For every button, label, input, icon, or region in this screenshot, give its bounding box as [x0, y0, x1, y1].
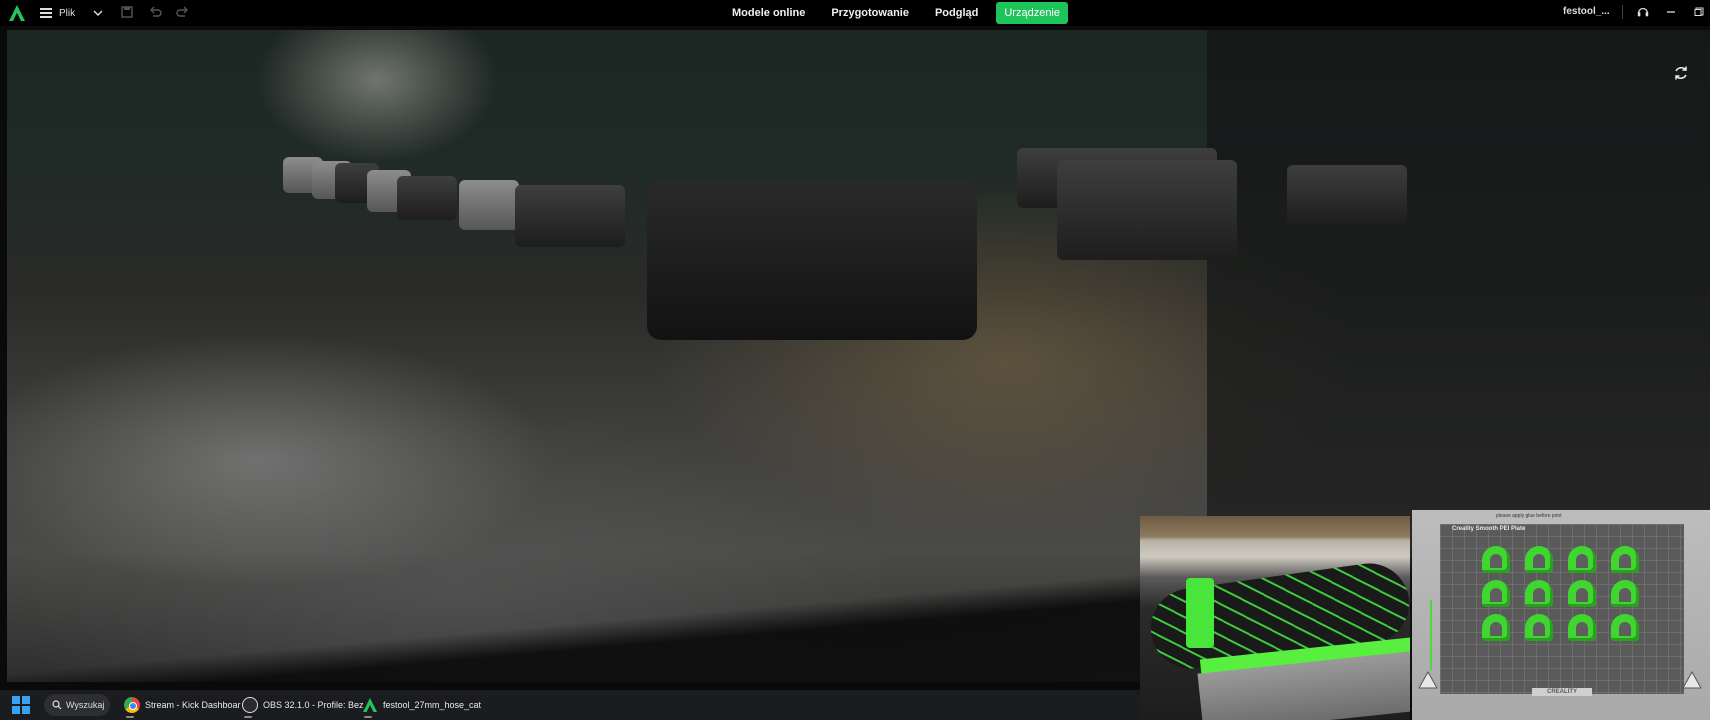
- running-indicator: [364, 716, 372, 718]
- y-axis-indicator: [1430, 600, 1432, 670]
- hose-clip-model: [1562, 612, 1602, 643]
- printed-part: [647, 180, 977, 340]
- main-nav-tabs: Modele online Przygotowanie Podgląd Urzą…: [724, 2, 1078, 24]
- hose-clip-model: [1519, 544, 1559, 575]
- running-indicator: [244, 716, 252, 718]
- windows-taskbar: Wyszukaj Stream - Kick Dashboar OBS 32.1…: [0, 690, 1140, 720]
- search-icon: [52, 700, 62, 710]
- warning-triangle-icon: [1682, 670, 1702, 689]
- warning-triangle-icon: [1418, 670, 1438, 689]
- save-icon[interactable]: [120, 5, 134, 19]
- chevron-down-icon[interactable]: [93, 8, 103, 18]
- file-menu-label[interactable]: Plik: [59, 8, 75, 19]
- printed-part: [515, 185, 625, 247]
- minimize-icon[interactable]: [1663, 4, 1679, 20]
- printed-part: [459, 180, 519, 230]
- taskbar-app-obs[interactable]: OBS 32.1.0 - Profile: Bez: [242, 695, 364, 718]
- maximize-icon[interactable]: [1691, 4, 1707, 20]
- hamburger-icon[interactable]: [40, 8, 52, 18]
- plate-hint: please apply glue before print: [1496, 513, 1562, 519]
- hose-clip-model: [1476, 612, 1516, 643]
- creality-print-icon: [363, 698, 377, 712]
- taskbar-app-label: Stream - Kick Dashboar: [145, 700, 241, 710]
- divider: [1622, 5, 1623, 19]
- running-indicator: [126, 716, 134, 718]
- hose-clip-model: [1605, 578, 1645, 609]
- undo-icon[interactable]: [148, 5, 162, 19]
- obs-icon: [242, 697, 258, 713]
- printed-part: [1057, 160, 1237, 260]
- printed-clip-image: [1186, 578, 1214, 648]
- hose-clip-model: [1605, 544, 1645, 575]
- tab-prepare[interactable]: Przygotowanie: [823, 2, 917, 24]
- printed-part: [1287, 165, 1407, 225]
- printed-part: [397, 176, 457, 220]
- hose-clip-model: [1476, 544, 1516, 575]
- taskbar-app-creality[interactable]: festool_27mm_hose_cat: [362, 695, 482, 718]
- hose-clip-model: [1562, 578, 1602, 609]
- title-bar: Plik Modele online Przygotowanie Podgląd…: [0, 0, 1710, 26]
- taskbar-app-chrome[interactable]: Stream - Kick Dashboar: [124, 695, 241, 718]
- refresh-icon[interactable]: [1673, 65, 1689, 81]
- slicer-preview-overlay: please apply glue before print Creality …: [1412, 510, 1710, 720]
- creality-logo-icon[interactable]: [8, 4, 26, 22]
- project-name: festool_...: [1563, 6, 1610, 17]
- hose-clip-model: [1562, 544, 1602, 575]
- hose-clip-model: [1519, 578, 1559, 609]
- file-menu[interactable]: Plik: [40, 0, 103, 26]
- secondary-camera-overlay: [1140, 516, 1410, 720]
- hose-clip-model: [1476, 578, 1516, 609]
- tab-device[interactable]: Urządzenie: [996, 2, 1068, 24]
- plate-label: Creality Smooth PEI Plate: [1452, 526, 1526, 532]
- search-label: Wyszukaj: [66, 700, 105, 710]
- taskbar-search[interactable]: Wyszukaj: [44, 694, 110, 716]
- chrome-icon: [124, 697, 140, 713]
- hose-clip-model: [1519, 612, 1559, 643]
- windows-start-icon[interactable]: [12, 696, 30, 714]
- redo-icon[interactable]: [176, 5, 190, 19]
- tab-preview[interactable]: Podgląd: [927, 2, 986, 24]
- plate-brand-label: CREALITY: [1532, 688, 1592, 696]
- tab-online-models[interactable]: Modele online: [724, 2, 813, 24]
- support-icon[interactable]: [1635, 4, 1651, 20]
- hose-clip-model: [1605, 612, 1645, 643]
- model-array: [1476, 544, 1645, 643]
- taskbar-app-label: OBS 32.1.0 - Profile: Bez: [263, 700, 364, 710]
- taskbar-app-label: festool_27mm_hose_cat: [383, 700, 482, 710]
